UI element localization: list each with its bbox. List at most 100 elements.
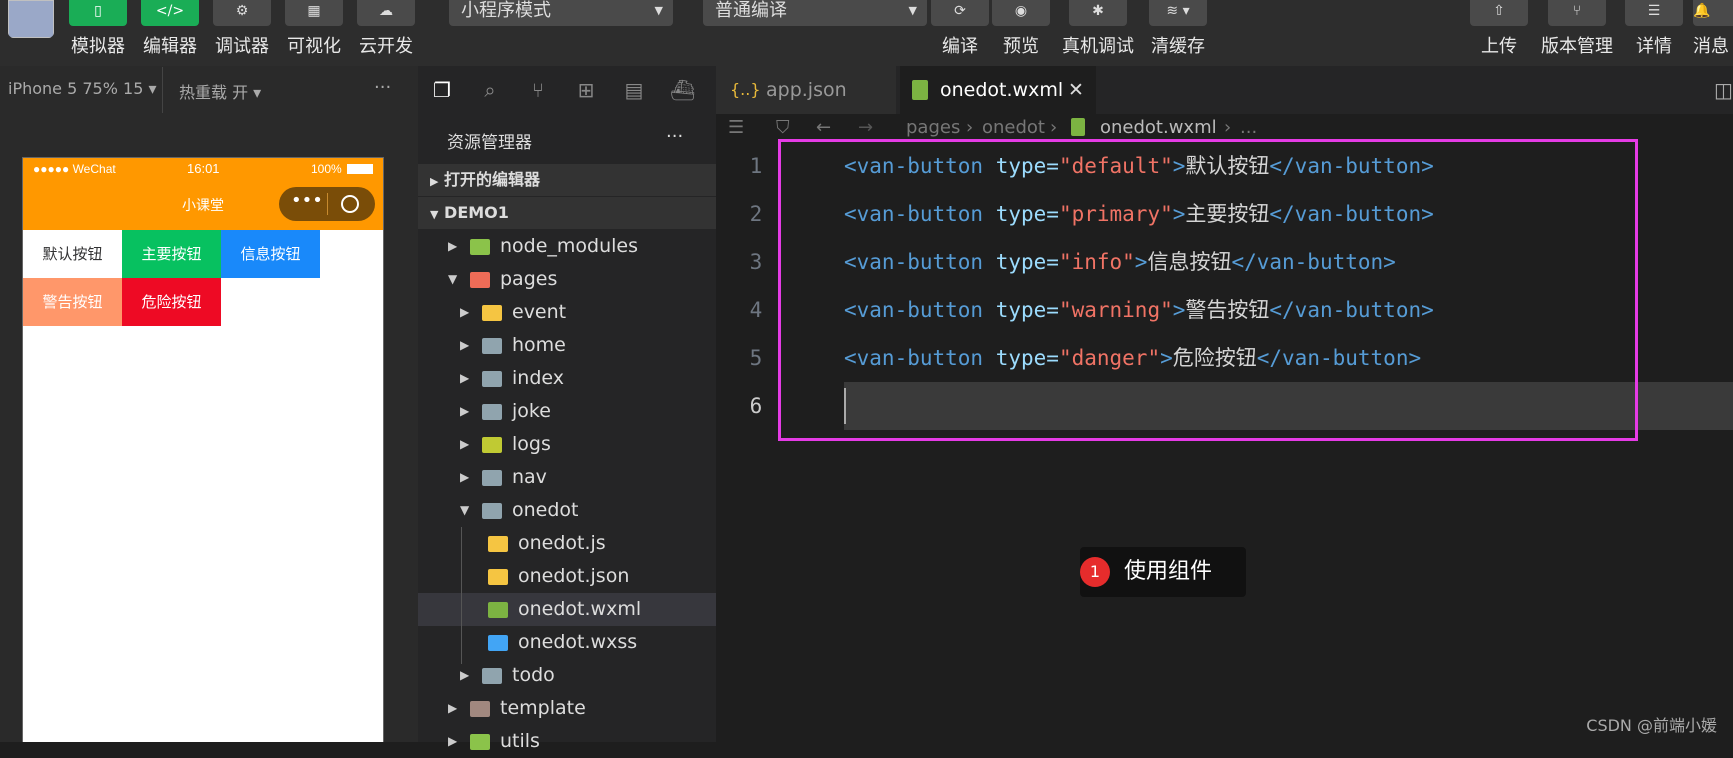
tree-folder[interactable]: ▼onedot bbox=[418, 494, 716, 527]
tree-folder[interactable]: ▶logs bbox=[418, 428, 716, 461]
chevron-right-icon: › bbox=[1050, 114, 1057, 142]
layers-icon: ≋ ▾ bbox=[1149, 0, 1207, 26]
chevron-down-icon: ▼ bbox=[655, 0, 663, 22]
file-icon bbox=[488, 536, 508, 552]
breadcrumb-pages[interactable]: pages bbox=[906, 114, 960, 142]
tree-folder[interactable]: ▶template bbox=[418, 692, 716, 725]
extensions-icon[interactable]: ⊞ bbox=[574, 78, 598, 102]
preview-button[interactable]: ◉预览 bbox=[991, 0, 1051, 58]
chevron-right-icon: ▶ bbox=[460, 461, 469, 494]
bell-icon: 🔔 bbox=[1693, 0, 1733, 26]
van-button-2[interactable]: 信息按钮 bbox=[221, 230, 320, 278]
eye-icon: ◉ bbox=[992, 0, 1050, 26]
tab-onedot-wxml[interactable]: onedot.wxml ✕ bbox=[900, 66, 1096, 114]
files-icon[interactable]: ❐ bbox=[430, 78, 454, 102]
wxml-file-icon bbox=[912, 80, 928, 100]
chevron-down-icon: ▼ bbox=[909, 0, 917, 22]
forward-arrow-icon[interactable]: → bbox=[858, 114, 873, 142]
tree-file[interactable]: onedot.wxml bbox=[418, 593, 716, 626]
mode-select[interactable]: 小程序模式▼ bbox=[449, 0, 673, 26]
chevron-down-icon: ▼ bbox=[430, 208, 438, 221]
dots-icon[interactable]: ••• bbox=[291, 190, 323, 211]
upload-button[interactable]: ⇧上传 bbox=[1469, 0, 1529, 58]
json-icon: {..} bbox=[730, 66, 761, 114]
user-avatar[interactable] bbox=[8, 0, 54, 38]
folder-icon bbox=[482, 470, 502, 486]
breadcrumb: ☰ ⛉ ← → pages › onedot › onedot.wxml › .… bbox=[716, 114, 1733, 142]
capsule-menu[interactable]: ••• bbox=[279, 187, 375, 221]
storage-icon[interactable]: ▤ bbox=[622, 78, 646, 102]
tab-app-json[interactable]: {..} app.json bbox=[716, 66, 896, 114]
compile-button[interactable]: ⟳编译 bbox=[930, 0, 990, 58]
breadcrumb-file[interactable]: onedot.wxml bbox=[1100, 114, 1217, 142]
chevron-right-icon: ▶ bbox=[460, 329, 469, 362]
tree-folder[interactable]: ▶joke bbox=[418, 395, 716, 428]
clear-cache-button[interactable]: ≋ ▾清缓存 bbox=[1146, 0, 1210, 58]
tree-folder[interactable]: ▶nav bbox=[418, 461, 716, 494]
details-button[interactable]: ☰详情 bbox=[1624, 0, 1684, 58]
git-icon[interactable]: ⑂ bbox=[526, 78, 550, 102]
tree-file[interactable]: onedot.js bbox=[418, 527, 716, 560]
refresh-icon: ⟳ bbox=[931, 0, 989, 26]
visual-button[interactable]: ▦可视化 bbox=[282, 0, 346, 58]
folder-icon bbox=[482, 503, 502, 519]
close-circle-icon[interactable] bbox=[341, 195, 359, 213]
folder-icon bbox=[470, 701, 490, 717]
cloud-button[interactable]: ☁云开发 bbox=[354, 0, 418, 58]
more-icon[interactable]: ··· bbox=[666, 126, 683, 147]
tree-file[interactable]: onedot.wxss bbox=[418, 626, 716, 659]
tree-folder[interactable]: ▶event bbox=[418, 296, 716, 329]
tree-file[interactable]: onedot.json bbox=[418, 560, 716, 593]
sidebar-tabs: ❐ ⌕ ⑂ ⊞ ▤ ⛴ bbox=[418, 66, 716, 114]
divider bbox=[162, 67, 163, 113]
messages-button[interactable]: 🔔消息 bbox=[1693, 0, 1733, 58]
hot-reload-toggle[interactable]: 热重载 开 ▾ bbox=[179, 79, 261, 103]
tree-folder[interactable]: ▶index bbox=[418, 362, 716, 395]
editor-button[interactable]: </>编辑器 bbox=[138, 0, 202, 58]
search-icon[interactable]: ⌕ bbox=[478, 78, 502, 102]
van-button-3[interactable]: 警告按钮 bbox=[23, 278, 122, 326]
breadcrumb-more[interactable]: ... bbox=[1240, 114, 1257, 142]
van-button-4[interactable]: 危险按钮 bbox=[122, 278, 221, 326]
open-editors-section[interactable]: ▶ 打开的编辑器 bbox=[418, 164, 716, 196]
tree-folder[interactable]: ▶home bbox=[418, 329, 716, 362]
tree-folder[interactable]: ▶node_modules bbox=[418, 230, 716, 263]
chevron-right-icon: › bbox=[966, 114, 973, 142]
compile-select[interactable]: 普通编译▼ bbox=[703, 0, 927, 26]
van-button-1[interactable]: 主要按钮 bbox=[122, 230, 221, 278]
chevron-right-icon: ▶ bbox=[460, 296, 469, 329]
tree-folder[interactable]: ▼pages bbox=[418, 263, 716, 296]
van-button-0[interactable]: 默认按钮 bbox=[23, 230, 122, 278]
breadcrumb-onedot[interactable]: onedot bbox=[982, 114, 1045, 142]
chevron-right-icon: ▶ bbox=[448, 230, 457, 263]
file-icon bbox=[488, 569, 508, 585]
battery-icon bbox=[347, 164, 373, 174]
simulator-button[interactable]: ▯模拟器 bbox=[66, 0, 130, 58]
split-editor-icon[interactable]: ◫ bbox=[1714, 78, 1733, 102]
docker-icon[interactable]: ⛴ bbox=[670, 78, 694, 102]
remote-debug-button[interactable]: ✱真机调试 bbox=[1060, 0, 1136, 58]
chevron-right-icon: ▶ bbox=[460, 428, 469, 461]
tree-guide bbox=[461, 527, 462, 664]
branch-icon: ⑂ bbox=[1548, 0, 1606, 26]
main-toolbar: ▯模拟器 </>编辑器 ⚙调试器 ▦可视化 ☁云开发 小程序模式▼ 普通编译▼ … bbox=[0, 0, 1733, 66]
debugger-button[interactable]: ⚙调试器 bbox=[210, 0, 274, 58]
chevron-down-icon: ▼ bbox=[448, 263, 457, 296]
list-icon[interactable]: ☰ bbox=[728, 114, 744, 142]
upload-icon: ⇧ bbox=[1470, 0, 1528, 26]
bookmark-icon[interactable]: ⛉ bbox=[776, 114, 790, 142]
phone-status-bar: ●●●●● WeChat 16:01 100% bbox=[23, 158, 383, 180]
project-section[interactable]: ▼ DEMO1 bbox=[418, 197, 716, 229]
folder-icon bbox=[470, 239, 490, 255]
explorer-header: 资源管理器 ··· bbox=[418, 114, 716, 162]
tree-folder[interactable]: ▶todo bbox=[418, 659, 716, 692]
more-icon[interactable]: ··· bbox=[374, 77, 391, 98]
chevron-right-icon: ▶ bbox=[430, 175, 438, 188]
back-arrow-icon[interactable]: ← bbox=[816, 114, 831, 142]
wxml-file-icon bbox=[1071, 118, 1085, 136]
bug-icon: ✱ bbox=[1069, 0, 1127, 26]
version-button[interactable]: ⑂版本管理 bbox=[1539, 0, 1615, 58]
folder-icon bbox=[482, 668, 502, 684]
device-select[interactable]: iPhone 5 75% 15 ▾ bbox=[8, 79, 157, 98]
close-icon[interactable]: ✕ bbox=[1068, 66, 1084, 114]
